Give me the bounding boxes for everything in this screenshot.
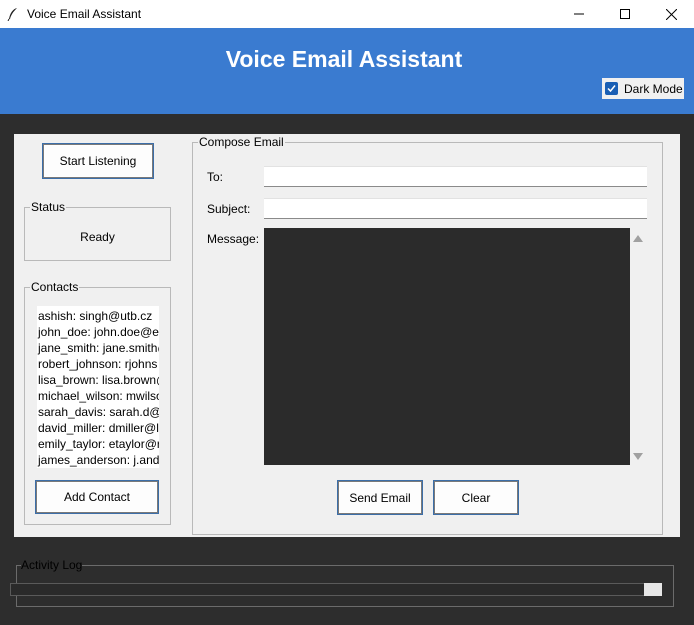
- status-group: Status Ready: [24, 200, 171, 261]
- to-label: To:: [207, 170, 224, 184]
- add-contact-button[interactable]: Add Contact: [36, 481, 158, 513]
- contact-item[interactable]: james_anderson: j.ande: [37, 452, 159, 468]
- start-listening-button[interactable]: Start Listening: [43, 144, 153, 178]
- clear-button[interactable]: Clear: [434, 481, 518, 514]
- compose-group-label: Compose Email: [198, 135, 285, 149]
- contact-item[interactable]: john_doe: john.doe@ex: [37, 324, 159, 340]
- close-button[interactable]: [648, 0, 694, 28]
- scroll-down-icon[interactable]: [633, 453, 643, 461]
- status-value: Ready: [80, 230, 115, 244]
- contact-item[interactable]: emily_taylor: etaylor@r: [37, 436, 159, 452]
- close-icon: [665, 8, 677, 20]
- contacts-group: Contacts ashish: singh@utb.cz john_doe: …: [24, 280, 171, 525]
- activity-log-scrollbar[interactable]: [10, 583, 646, 596]
- contacts-group-label: Contacts: [30, 280, 80, 294]
- dark-mode-label: Dark Mode: [624, 81, 683, 96]
- send-email-button[interactable]: Send Email: [338, 481, 422, 514]
- contacts-listbox[interactable]: ashish: singh@utb.cz john_doe: john.doe@…: [37, 306, 159, 468]
- window-title: Voice Email Assistant: [27, 7, 142, 21]
- contact-item[interactable]: jane_smith: jane.smith@: [37, 340, 159, 356]
- scroll-up-icon[interactable]: [633, 234, 643, 242]
- activity-log-area: Activity Log: [0, 557, 694, 625]
- contact-item[interactable]: lisa_brown: lisa.brown@: [37, 372, 159, 388]
- to-field[interactable]: [264, 166, 647, 187]
- minimize-button[interactable]: [556, 0, 602, 28]
- window-titlebar: Voice Email Assistant: [0, 0, 694, 28]
- contact-item[interactable]: robert_johnson: rjohns: [37, 356, 159, 372]
- app-title: Voice Email Assistant: [225, 46, 463, 72]
- subject-field[interactable]: [264, 198, 647, 219]
- separator-strip: [0, 114, 694, 134]
- compose-email-group: Compose Email To: Subject: Message: Send…: [192, 135, 663, 535]
- feather-icon: [7, 7, 19, 21]
- contact-item[interactable]: michael_wilson: mwilso: [37, 388, 159, 404]
- status-group-label: Status: [30, 200, 67, 214]
- contact-item[interactable]: sarah_davis: sarah.d@u: [37, 404, 159, 420]
- subject-label: Subject:: [207, 202, 251, 216]
- contact-item[interactable]: ashish: singh@utb.cz: [37, 308, 159, 324]
- maximize-button[interactable]: [602, 0, 648, 28]
- message-textarea[interactable]: [264, 228, 630, 465]
- app-header: Voice Email Assistant Dark Mode: [0, 28, 694, 114]
- contact-item[interactable]: david_miller: dmiller@l: [37, 420, 159, 436]
- maximize-icon: [620, 9, 630, 19]
- message-label: Message:: [207, 232, 260, 246]
- main-panel: Start Listening Status Ready Contacts as…: [14, 134, 680, 537]
- activity-log-label: Activity Log: [21, 558, 83, 572]
- checkbox-checked-icon[interactable]: [605, 82, 618, 95]
- minimize-icon: [574, 13, 584, 15]
- scrollbar-thumb[interactable]: [644, 583, 662, 596]
- dark-mode-toggle[interactable]: Dark Mode: [602, 78, 684, 99]
